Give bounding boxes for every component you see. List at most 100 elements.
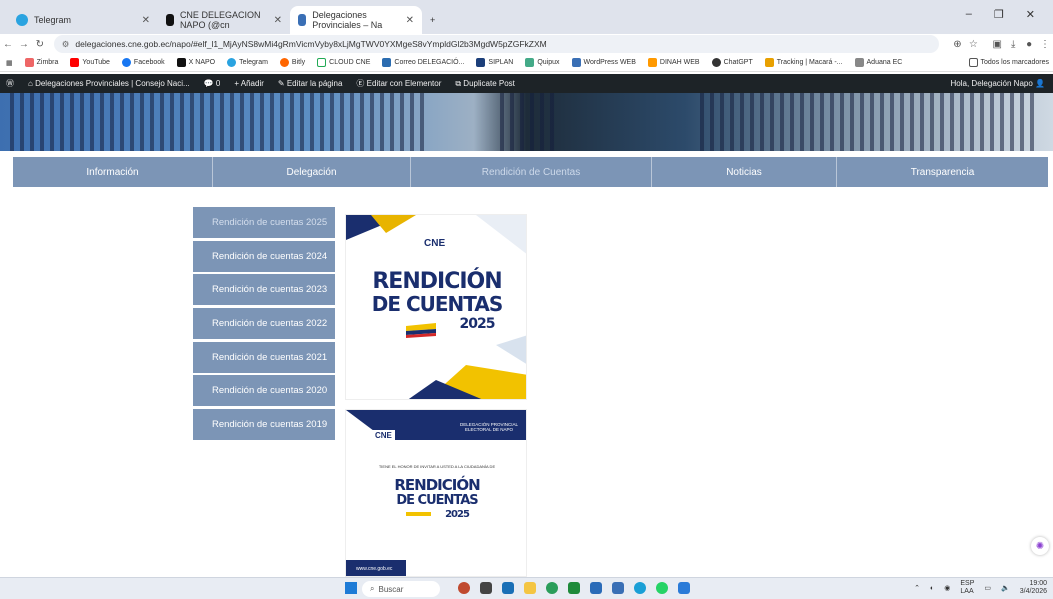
bookmark-siplan[interactable]: SIPLAN [476,58,513,67]
submenu-label: Rendición de cuentas 2022 [212,318,328,330]
app-icon[interactable] [568,582,580,594]
submenu-item-2024[interactable]: Rendición de cuentas 2024 [193,240,335,272]
bookmark-cloud-cne[interactable]: CLOUD CNE [317,58,370,67]
delegation-header: DELEGACIÓN PROVINCIAL ELECTORAL DE NAPO [459,422,518,432]
app-icon[interactable] [458,582,470,594]
windows-start-icon[interactable] [345,582,357,594]
close-icon[interactable]: ✕ [274,15,282,26]
nav-informacion[interactable]: Información [13,157,213,187]
bookmark-dinah[interactable]: DINAH WEB [647,58,700,67]
search-icon: ⌕ [370,584,375,593]
zimbra-icon [24,58,34,67]
poster-year: 2025 [445,509,470,520]
submenu-item-2023[interactable]: Rendición de cuentas 2023 [193,274,335,306]
chrome-icon[interactable] [546,582,558,594]
taskbar-search[interactable]: ⌕ Buscar [362,581,440,597]
clock[interactable]: 19:00 3/4/2026 [1020,580,1047,596]
cne-icon [298,14,307,26]
bookmark-youtube[interactable]: YouTube [70,58,110,67]
apps-icon[interactable]: ▦ [6,59,13,67]
bookmark-label: Aduana EC [866,59,903,66]
app-icon[interactable] [678,582,690,594]
bookmark-x-napo[interactable]: X NAPO [176,58,215,67]
close-icon[interactable]: ✕ [406,15,414,26]
nav-label: Transparencia [910,166,975,178]
bookmark-zimbra[interactable]: Zimbra [24,58,58,67]
nav-rendicion-de-cuentas[interactable]: Rendición de Cuentas [411,157,652,187]
edit-page-link[interactable]: ✎ Editar la página [278,79,343,88]
account-menu[interactable]: Hola, Delegación Napo 👤 [951,79,1053,88]
tab-delegaciones[interactable]: Delegaciones Provinciales – Na ✕ [290,6,422,34]
nav-noticias[interactable]: Noticias [652,157,837,187]
extensions-icon[interactable]: ▣ [989,39,1005,50]
profile-avatar[interactable]: ● [1021,39,1037,50]
language-indicator[interactable]: ESP LAA [960,580,974,596]
tray-app-icon[interactable]: ◉ [944,584,950,592]
duplicate-post-link[interactable]: ⧉ Duplicate Post [455,79,515,89]
rendicion-2025-poster[interactable]: CNE RENDICIÓN DE CUENTAS 2025 [345,214,527,400]
app-icon[interactable] [502,582,514,594]
tab-telegram[interactable]: Telegram ✕ [8,6,158,34]
back-icon[interactable]: ← [0,39,16,50]
telegram-icon [16,14,28,26]
submenu-item-2021[interactable]: Rendición de cuentas 2021 [193,341,335,373]
bookmark-bitly[interactable]: Bitly [279,58,305,67]
minimize-icon[interactable]: – [966,8,972,20]
elementor-link[interactable]: Ⓔ Editar con Elementor [356,78,441,89]
chat-widget-icon[interactable]: ✺ [1031,537,1049,555]
submenu-item-2022[interactable]: Rendición de cuentas 2022 [193,308,335,340]
url-input[interactable]: ⚙ delegaciones.cne.gob.ec/napo/#elf_l1_M… [53,35,940,53]
nav-delegacion[interactable]: Delegación [213,157,411,187]
downloads-icon[interactable]: ⤓ [1005,39,1021,50]
menu-icon[interactable]: ⋮ [1037,39,1053,50]
year-submenu: Rendición de cuentas 2025 Rendición de c… [193,207,335,443]
bookmarks-bar: ▦ Zimbra YouTube Facebook X NAPO Telegra… [0,54,1053,72]
quipux-icon [525,58,535,67]
bookmark-tracking[interactable]: Tracking | Macará -... [764,58,843,67]
task-view-icon[interactable] [480,582,492,594]
volume-icon[interactable]: 🔈 [1001,584,1010,592]
chevron-up-icon[interactable]: ⌃ [914,584,920,592]
bookmark-wordpress[interactable]: WordPress WEB [571,58,636,67]
file-explorer-icon[interactable] [524,582,536,594]
app-icon[interactable] [590,582,602,594]
x-icon [176,58,186,67]
network-icon[interactable]: ▭ [984,584,991,592]
comments-link[interactable]: 💬 0 [204,79,221,88]
nav-transparencia[interactable]: Transparencia [837,157,1048,187]
submenu-item-2020[interactable]: Rendición de cuentas 2020 [193,375,335,407]
submenu-item-2019[interactable]: Rendición de cuentas 2019 [193,409,335,441]
tab-cne-napo[interactable]: CNE DELEGACION NAPO (@cn ✕ [158,6,290,34]
submenu-item-2025[interactable]: Rendición de cuentas 2025 [193,207,335,238]
bookmark-label: Facebook [133,59,165,66]
bookmark-label: Correo DELEGACIÓ... [394,59,465,66]
wordpress-logo-icon[interactable]: Ⓦ [6,78,14,89]
close-window-icon[interactable]: ✕ [1026,8,1035,21]
close-icon[interactable]: ✕ [142,15,150,26]
bookmark-chatgpt[interactable]: ChatGPT [711,58,753,67]
new-tab-button[interactable]: + [422,6,443,34]
zoom-icon[interactable]: ⊕ [949,39,965,50]
star-icon[interactable]: ☆ [965,39,981,50]
rendicion-2025-invitation-poster[interactable]: CNE DELEGACIÓN PROVINCIAL ELECTORAL DE N… [345,409,527,577]
app-icon[interactable] [612,582,624,594]
bookmark-aduana[interactable]: Aduana EC [854,58,903,67]
whatsapp-icon[interactable] [656,582,668,594]
admin-site-link[interactable]: ⌂ Delegaciones Provinciales | Consejo Na… [28,79,190,88]
skype-icon[interactable] [634,582,646,594]
site-info-icon[interactable]: ⚙ [62,39,70,50]
bookmark-quipux[interactable]: Quipux [525,58,560,67]
system-tray: ⌃ ◐ ◉ ESP LAA ▭ 🔈 19:00 3/4/2026 [914,580,1047,596]
submenu-label: Rendición de cuentas 2021 [212,351,328,363]
bookmark-label: Telegram [239,59,268,66]
all-bookmarks[interactable]: Todos los marcadores [968,58,1053,67]
forward-icon[interactable]: → [16,39,32,50]
bookmark-telegram[interactable]: Telegram [227,58,268,67]
add-new-link[interactable]: + Añadir [234,79,264,88]
bookmark-correo[interactable]: Correo DELEGACIÓ... [382,58,464,67]
window-controls: – ❐ ✕ [966,0,1053,28]
maximize-icon[interactable]: ❐ [994,8,1004,21]
reload-icon[interactable]: ↻ [32,39,48,50]
tray-app-icon[interactable]: ◐ [930,585,934,592]
bookmark-facebook[interactable]: Facebook [121,58,165,67]
